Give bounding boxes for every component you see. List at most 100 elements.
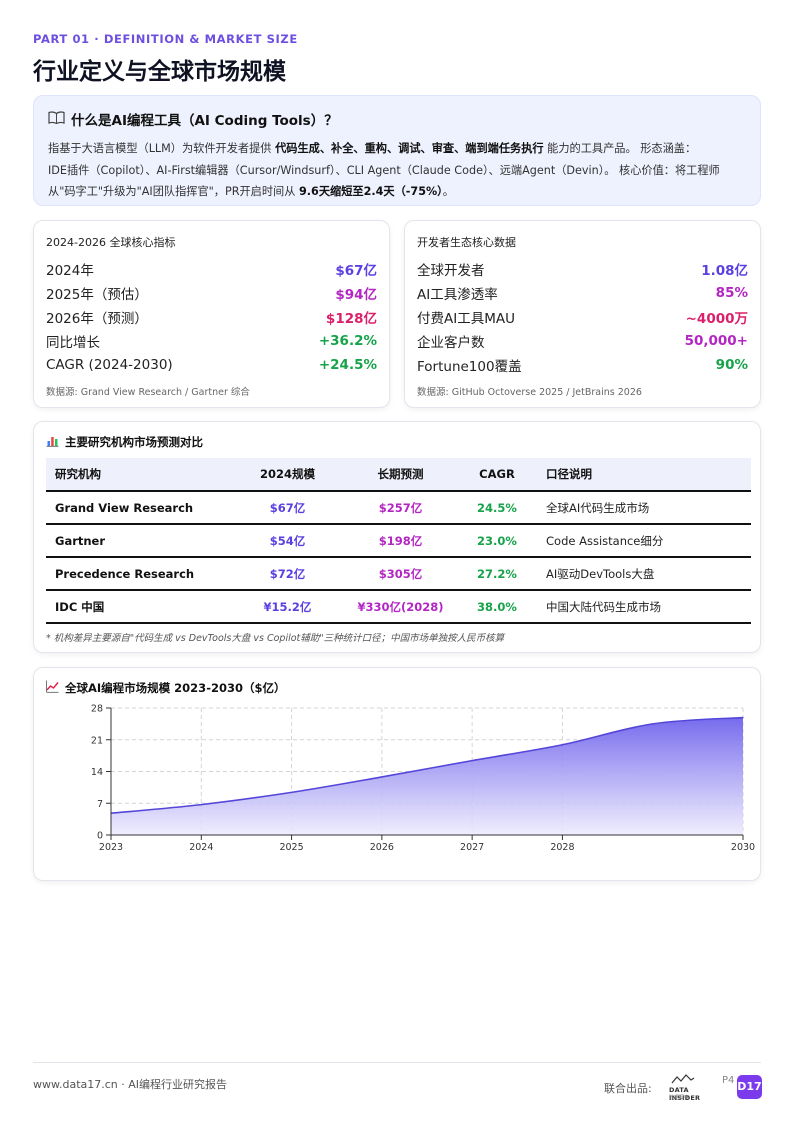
- forecast-table-note: * 机构差异主要源自"代码生成 vs DevTools大盘 vs Copilot…: [46, 633, 505, 644]
- ecosystem-list: 全球开发者 1.08亿 AI工具渗透率 85% 付费AI工具MAU ~4000万 企业客户数…: [417, 257, 748, 377]
- data-point: [471, 760, 473, 762]
- logo-mark-icon: [671, 1074, 695, 1084]
- core-metric-value: +36.2%: [318, 333, 377, 349]
- logo-subtext: 数据洞察: [669, 1095, 690, 1101]
- cell-cagr: 23.0%: [457, 524, 537, 558]
- definition-text: IDE插件（Copilot）、AI-First编辑器（Cursor/Windsu…: [48, 163, 720, 177]
- cell-longterm: $198亿: [344, 524, 457, 558]
- core-metric-value: +24.5%: [318, 357, 377, 373]
- data-point: [561, 744, 564, 746]
- col-header-longterm: 长期预测: [344, 458, 457, 492]
- core-metric-value: $94亿: [335, 287, 377, 303]
- cell-org: Precedence Research: [46, 557, 231, 591]
- core-metric-label: 2026年（预测）: [46, 311, 148, 327]
- ecosystem-metric-value: 50,000+: [684, 333, 748, 349]
- forecast-table-title-text: 主要研究机构市场预测对比: [65, 435, 203, 449]
- core-metric-value: $128亿: [325, 311, 377, 327]
- data-point: [381, 776, 383, 778]
- ecosystem-metric-label: Fortune100覆盖: [417, 359, 522, 375]
- col-header-cagr: CAGR: [457, 458, 537, 492]
- brand-badge: D17: [737, 1075, 762, 1099]
- cell-scope: Code Assistance细分: [537, 524, 751, 558]
- footer-divider: [33, 1062, 761, 1063]
- forecast-table-title: 主要研究机构市场预测对比: [46, 434, 748, 450]
- table-row: Gartner $54亿 $198亿 23.0% Code Assistance细分: [46, 524, 751, 558]
- ecosystem-metric-label: 全球开发者: [417, 263, 485, 279]
- table-header-row: 研究机构 2024规模 长期预测 CAGR 口径说明: [46, 458, 751, 492]
- market-size-area-chart: 0 7 14 21 28 2023 2024 2025 2026 2027 2028 2030: [91, 704, 755, 854]
- x-tick-label: 2023: [99, 842, 123, 853]
- ecosystem-source: 数据源: GitHub Octoverse 2025 / JetBrains 2…: [417, 387, 642, 398]
- core-metrics-title: 2024-2026 全球核心指标: [46, 236, 176, 249]
- x-tick-label: 2027: [460, 842, 484, 853]
- ecosystem-metric-value: 1.08亿: [701, 263, 748, 279]
- x-tick-label: 2025: [279, 842, 303, 853]
- ecosystem-metric-value: 85%: [715, 285, 748, 301]
- ecosystem-metric-value: 90%: [715, 357, 748, 373]
- definition-box: 什么是AI编程工具（AI Coding Tools）？ 指基于大语言模型（LLM…: [33, 95, 761, 206]
- ecosystem-title: 开发者生态核心数据: [417, 236, 516, 249]
- definition-body: 指基于大语言模型（LLM）为软件开发者提供 代码生成、补全、重构、调试、审查、端…: [48, 138, 746, 203]
- x-tick-label: 2024: [189, 842, 213, 853]
- col-header-scope: 口径说明: [537, 458, 751, 492]
- data-insider-logo: DATA INSIDER 数据洞察: [669, 1074, 717, 1102]
- ecosystem-metric-row: 付费AI工具MAU ~4000万: [417, 305, 748, 329]
- page-title: 行业定义与全球市场规模: [33, 59, 286, 85]
- ecosystem-metric-label: 付费AI工具MAU: [417, 311, 515, 327]
- ecosystem-metric-row: Fortune100覆盖 90%: [417, 353, 748, 377]
- cell-scope: 中国大陆代码生成市场: [537, 590, 751, 624]
- data-point: [200, 804, 202, 806]
- cell-scope: AI驱动DevTools大盘: [537, 557, 751, 591]
- ecosystem-metric-row: AI工具渗透率 85%: [417, 281, 748, 305]
- cell-2024-size: ¥15.2亿: [231, 590, 344, 624]
- cell-2024-size: $72亿: [231, 557, 344, 591]
- ecosystem-metric-label: AI工具渗透率: [417, 287, 498, 303]
- table-row: Precedence Research $72亿 $305亿 27.2% AI驱动Dev…: [46, 557, 751, 591]
- y-tick-label: 0: [97, 831, 103, 842]
- data-point: [290, 791, 293, 793]
- cell-org: Grand View Research: [46, 491, 231, 525]
- page-number: P4: [722, 1075, 735, 1086]
- cell-2024-size: $54亿: [231, 524, 344, 558]
- definition-title: 什么是AI编程工具（AI Coding Tools）？: [48, 109, 746, 129]
- core-metric-row: 2026年（预测） $128亿: [46, 305, 377, 329]
- forecast-table: 研究机构 2024规模 长期预测 CAGR 口径说明 Grand View Re…: [46, 458, 751, 624]
- y-tick-label: 14: [91, 767, 103, 778]
- cell-scope: 全球AI代码生成市场: [537, 491, 751, 525]
- market-chart-card: 全球AI编程市场规模 2023-2030（$亿） 0 7 14 21 28 2023 202…: [33, 667, 761, 881]
- core-metric-value: $67亿: [335, 263, 377, 279]
- definition-highlight: 代码生成、补全、重构、调试、审查、端到端任务执行: [275, 142, 544, 155]
- ecosystem-card: 开发者生态核心数据 全球开发者 1.08亿 AI工具渗透率 85% 付费AI工具MAU ~…: [404, 220, 761, 408]
- ecosystem-metric-label: 企业客户数: [417, 335, 485, 351]
- col-header-2024: 2024规模: [231, 458, 344, 492]
- cell-org: Gartner: [46, 524, 231, 558]
- data-point: [652, 723, 654, 725]
- table-row: Grand View Research $67亿 $257亿 24.5% 全球AI代码生…: [46, 491, 751, 525]
- y-tick-label: 7: [97, 799, 103, 810]
- footer-site: www.data17.cn · AI编程行业研究报告: [33, 1078, 228, 1091]
- ecosystem-metric-row: 企业客户数 50,000+: [417, 329, 748, 353]
- cell-cagr: 38.0%: [457, 590, 537, 624]
- core-metric-row: 2024年 $67亿: [46, 257, 377, 281]
- cell-cagr: 24.5%: [457, 491, 537, 525]
- book-icon: [48, 110, 65, 128]
- x-tick-label: 2028: [550, 842, 574, 853]
- part-label: PART 01 · DEFINITION & MARKET SIZE: [33, 32, 298, 46]
- ecosystem-metric-row: 全球开发者 1.08亿: [417, 257, 748, 281]
- core-metrics-source: 数据源: Grand View Research / Gartner 综合: [46, 387, 250, 398]
- y-tick-label: 28: [91, 704, 103, 715]
- definition-text: 。: [442, 185, 454, 198]
- forecast-table-card: 主要研究机构市场预测对比 研究机构 2024规模 长期预测 CAGR 口径说明 …: [33, 421, 761, 653]
- core-metrics-list: 2024年 $67亿 2025年（预估） $94亿 2026年（预测） $128亿 同比增长…: [46, 257, 377, 377]
- cell-longterm: ¥330亿(2028): [344, 590, 457, 624]
- definition-text: 指基于大语言模型（LLM）为软件开发者提供: [48, 142, 276, 155]
- cell-cagr: 27.2%: [457, 557, 537, 591]
- core-metric-row: 同比增长 +36.2%: [46, 329, 377, 353]
- x-tick-label: 2030: [731, 842, 755, 853]
- x-tick-label: 2026: [370, 842, 394, 853]
- col-header-org: 研究机构: [46, 458, 231, 492]
- cell-org: IDC 中国: [46, 590, 231, 624]
- core-metric-row: CAGR (2024-2030) +24.5%: [46, 353, 377, 377]
- core-metric-label: 同比增长: [46, 335, 100, 351]
- bar-chart-icon: [46, 434, 59, 450]
